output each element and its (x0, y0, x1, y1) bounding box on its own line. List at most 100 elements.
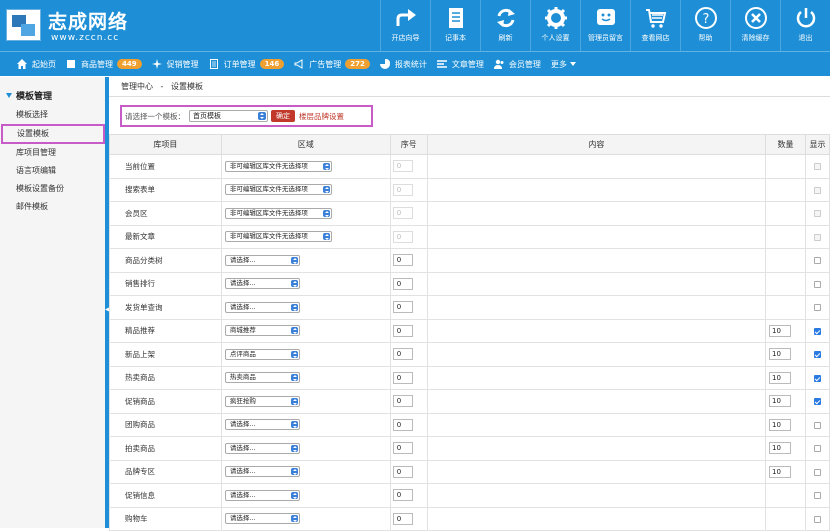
seq-cell: 0 (389, 342, 428, 367)
floor-brand-settings-link[interactable]: 楼层品牌设置 (299, 111, 344, 122)
confirm-button[interactable]: 确定 (271, 110, 295, 122)
sidebar-item-backup[interactable]: 模板设置备份 (0, 180, 105, 198)
seq-input[interactable]: 0 (392, 277, 413, 290)
region-select[interactable]: 请选择... (224, 489, 300, 501)
top-nav-admin-message[interactable]: 管理员留言 (580, 0, 630, 51)
top-nav-view-shop[interactable]: 查看网店 (630, 0, 680, 51)
show-checkbox[interactable] (814, 492, 821, 500)
nav-label: 订单管理 (223, 59, 256, 69)
table-row: 会员区 非可编辑区库文件无选择项 0 (109, 201, 830, 226)
qty-input[interactable]: 10 (769, 371, 792, 384)
top-nav-personal-settings[interactable]: 个人设置 (530, 0, 580, 51)
show-checkbox[interactable] (814, 257, 821, 265)
region-select[interactable]: 非可编辑区库文件无选择项 (224, 160, 332, 172)
nav-item-more[interactable]: 更多 (551, 59, 576, 70)
seq-input[interactable]: 0 (392, 160, 413, 173)
seq-cell: 0 (389, 201, 428, 226)
brand-logo[interactable]: 志成网络 www.zccn.cc (6, 7, 146, 45)
show-checkbox[interactable] (814, 374, 821, 382)
show-checkbox[interactable] (814, 327, 821, 335)
region-cell: 非可编辑区库文件无选择项 (220, 224, 391, 249)
seq-input[interactable]: 0 (392, 371, 413, 384)
seq-input[interactable]: 0 (392, 512, 413, 525)
top-nav-notepad[interactable]: 记事本 (430, 0, 480, 51)
nav-item-member[interactable]: 会员管理 (493, 59, 541, 70)
content-cell (426, 459, 767, 484)
breadcrumb-root[interactable]: 管理中心 (121, 82, 153, 91)
sidebar-item-library[interactable]: 库项目管理 (0, 144, 105, 162)
sidebar-item-template-select[interactable]: 模板选择 (0, 106, 105, 124)
region-select[interactable]: 请选择... (224, 254, 300, 266)
qty-input[interactable]: 10 (769, 324, 792, 337)
region-select[interactable]: 请选择... (224, 466, 300, 478)
region-select[interactable]: 请选择... (224, 301, 300, 313)
sidebar-section-header[interactable]: 模板管理 (0, 77, 105, 102)
region-select[interactable]: 商城推荐 (224, 325, 300, 337)
seq-input[interactable]: 0 (392, 442, 413, 455)
region-select[interactable]: 点评商品 (224, 348, 300, 360)
seq-input[interactable]: 0 (392, 395, 413, 408)
seq-input[interactable]: 0 (392, 301, 413, 314)
qty-input[interactable]: 10 (769, 395, 792, 408)
seq-input[interactable]: 0 (392, 254, 413, 267)
table-body: 当前位置 非可编辑区库文件无选择项 0 搜索表单 非可编辑区库文件无选择项 0 会员区 非可编… (109, 154, 830, 531)
top-nav-logout[interactable]: 退出 (780, 0, 830, 51)
nav-item-report[interactable]: 报表统计 (379, 59, 427, 70)
region-select[interactable]: 请选择... (224, 513, 300, 525)
nav-label: 报表统计 (394, 59, 427, 69)
show-checkbox[interactable] (814, 351, 821, 359)
nav-item-promo[interactable]: 促销管理 (151, 59, 199, 70)
show-checkbox[interactable] (814, 421, 821, 429)
seq-input[interactable]: 0 (392, 183, 413, 196)
show-checkbox[interactable] (814, 445, 821, 453)
nav-item-article[interactable]: 文章管理 (436, 59, 484, 70)
region-select[interactable]: 请选择... (224, 442, 300, 454)
region-select[interactable]: 请选择... (224, 419, 300, 431)
seq-input[interactable]: 0 (392, 465, 413, 478)
show-checkbox[interactable] (814, 233, 821, 241)
top-toolbar: 开店向导 记事本 刷新 个人设置 管理员留言 查看网店 ? 帮助 清除缓存 退出 (380, 0, 830, 51)
seq-cell: 0 (389, 318, 428, 343)
top-nav-clear-cache[interactable]: 清除缓存 (730, 0, 780, 51)
smiley-message-icon (596, 9, 615, 25)
sidebar-item-language[interactable]: 语言项编辑 (0, 162, 105, 180)
seq-input[interactable]: 0 (392, 489, 413, 502)
region-select[interactable]: 非可编辑区库文件无选择项 (224, 184, 332, 196)
qty-input[interactable]: 10 (769, 465, 792, 478)
region-select[interactable]: 非可编辑区库文件无选择项 (224, 231, 332, 243)
seq-input[interactable]: 0 (392, 230, 413, 243)
template-select[interactable]: 首页模板 (189, 110, 268, 122)
seq-input[interactable]: 0 (392, 418, 413, 431)
seq-input[interactable]: 0 (392, 207, 413, 220)
show-cell (805, 271, 830, 296)
nav-item-goods[interactable]: 商品管理 449 (66, 59, 142, 70)
qty-input[interactable]: 10 (769, 348, 792, 361)
sidebar-item-template-settings[interactable]: 设置模板 (1, 124, 105, 144)
show-checkbox[interactable] (814, 398, 821, 406)
nav-item-home[interactable]: 起始页 (17, 59, 56, 70)
region-select[interactable]: 疯狂抢购 (224, 395, 300, 407)
top-nav-shop-guide[interactable]: 开店向导 (380, 0, 430, 51)
top-nav-refresh[interactable]: 刷新 (480, 0, 530, 51)
region-select[interactable]: 请选择... (224, 278, 300, 290)
region-cell: 点评商品 (220, 342, 391, 367)
sidebar-item-mail-template[interactable]: 邮件模板 (0, 198, 105, 216)
nav-item-ad[interactable]: 广告管理 272 (294, 59, 370, 70)
show-checkbox[interactable] (814, 210, 821, 218)
show-cell (805, 342, 830, 367)
qty-input[interactable]: 10 (769, 418, 792, 431)
region-select[interactable]: 热卖商品 (224, 372, 300, 384)
show-checkbox[interactable] (814, 515, 821, 523)
show-checkbox[interactable] (814, 163, 821, 171)
show-checkbox[interactable] (814, 468, 821, 476)
qty-input[interactable]: 10 (769, 442, 792, 455)
show-checkbox[interactable] (814, 280, 821, 288)
region-select[interactable]: 非可编辑区库文件无选择项 (224, 207, 332, 219)
seq-input[interactable]: 0 (392, 348, 413, 361)
nav-item-order[interactable]: 订单管理 146 (209, 59, 285, 70)
show-cell (805, 201, 830, 226)
show-checkbox[interactable] (814, 304, 821, 312)
show-checkbox[interactable] (814, 186, 821, 194)
top-nav-help[interactable]: ? 帮助 (680, 0, 730, 51)
seq-input[interactable]: 0 (392, 324, 413, 337)
